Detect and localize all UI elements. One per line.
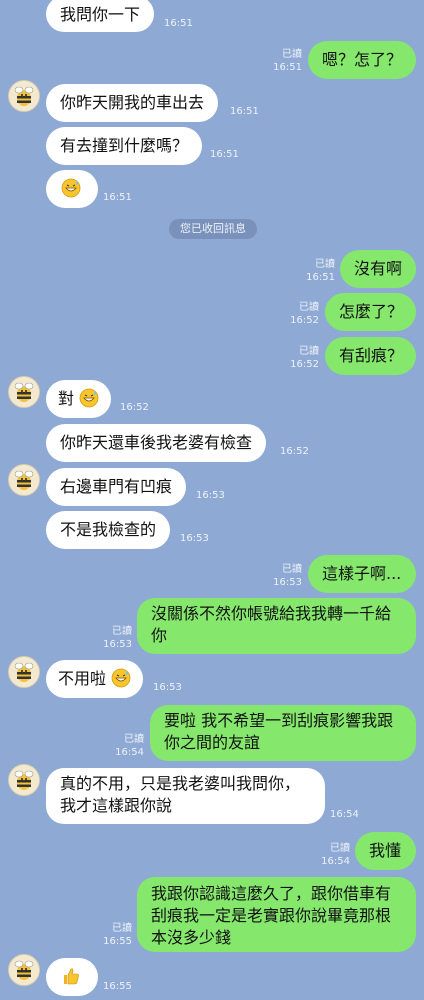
message-text: 右邊車門有凹痕 bbox=[60, 477, 173, 496]
message-text: 要啦 我不希望一到刮痕影響我跟你之間的友誼 bbox=[164, 711, 394, 752]
message-text: 真的不用，只是我老婆叫我問你，我才這樣跟你說 bbox=[60, 774, 301, 815]
grinning-sweat-emoji bbox=[111, 668, 131, 688]
incoming-message[interactable]: 不是我檢查的 bbox=[46, 511, 171, 549]
read-receipt: 已讀 16:55 bbox=[100, 922, 132, 948]
incoming-message[interactable] bbox=[46, 170, 98, 208]
message-time: 16:51 bbox=[306, 272, 335, 283]
message-time: 16:52 bbox=[290, 359, 319, 370]
read-receipt: 已讀 16:52 bbox=[287, 301, 319, 327]
bee-avatar-icon[interactable] bbox=[8, 764, 40, 796]
message-time: 16:53 bbox=[153, 682, 182, 693]
thumbs-up-emoji bbox=[64, 968, 79, 985]
incoming-message[interactable]: 右邊車門有凹痕 bbox=[46, 468, 187, 506]
incoming-message[interactable] bbox=[46, 958, 98, 996]
incoming-message[interactable]: 對 bbox=[46, 380, 112, 418]
message-text: 對 bbox=[58, 389, 75, 408]
read-receipt: 已讀 16:53 bbox=[270, 563, 302, 589]
message-time: 16:53 bbox=[103, 639, 132, 650]
message-time: 16:54 bbox=[330, 809, 359, 820]
message-text: 怎麼了？ bbox=[339, 302, 404, 321]
system-notice: 您已收回訊息 bbox=[169, 219, 257, 239]
read-label: 已讀 bbox=[299, 302, 319, 313]
outgoing-message[interactable]: 沒有啊 bbox=[340, 250, 416, 288]
read-label: 已讀 bbox=[112, 626, 132, 637]
bee-avatar-icon[interactable] bbox=[8, 656, 40, 688]
outgoing-message[interactable]: 我跟你認識這麼久了，跟你借車有刮痕我一定是老實跟你說畢竟那根本沒多少錢 bbox=[137, 877, 416, 952]
message-time: 16:51 bbox=[164, 18, 193, 29]
read-label: 已讀 bbox=[299, 346, 319, 357]
message-time: 16:52 bbox=[290, 315, 319, 326]
read-receipt: 已讀 16:54 bbox=[112, 733, 144, 759]
chat-area[interactable]: 我問你一下 16:51 已讀 16:51 嗯？怎了？ 你昨天開我的車出去 16:… bbox=[0, 0, 424, 1000]
incoming-message[interactable]: 真的不用，只是我老婆叫我問你，我才這樣跟你說 bbox=[46, 768, 325, 824]
message-time: 16:51 bbox=[210, 149, 239, 160]
read-receipt: 已讀 16:54 bbox=[318, 842, 350, 868]
message-time: 16:53 bbox=[196, 490, 225, 501]
message-text: 沒有啊 bbox=[354, 259, 403, 278]
read-label: 已讀 bbox=[124, 734, 144, 745]
message-time: 16:54 bbox=[321, 856, 350, 867]
message-text: 有去撞到什麼嗎？ bbox=[60, 136, 189, 155]
message-text: 不用啦 bbox=[58, 669, 107, 688]
outgoing-message[interactable]: 嗯？怎了？ bbox=[308, 41, 416, 79]
message-time: 16:55 bbox=[103, 936, 132, 947]
grinning-sweat-emoji bbox=[61, 178, 81, 198]
outgoing-message[interactable]: 要啦 我不希望一到刮痕影響我跟你之間的友誼 bbox=[150, 705, 416, 761]
read-label: 已讀 bbox=[330, 843, 350, 854]
message-time: 16:53 bbox=[180, 533, 209, 544]
message-text: 沒關係不然你帳號給我我轉一千給你 bbox=[151, 604, 392, 645]
message-time: 16:51 bbox=[230, 106, 259, 117]
message-time: 16:53 bbox=[273, 577, 302, 588]
read-label: 已讀 bbox=[315, 259, 335, 270]
message-text: 我問你一下 bbox=[60, 5, 141, 24]
incoming-message[interactable]: 你昨天還車後我老婆有檢查 bbox=[46, 424, 267, 462]
message-time: 16:51 bbox=[103, 192, 132, 203]
outgoing-message[interactable]: 怎麼了？ bbox=[325, 293, 416, 331]
bee-avatar-icon[interactable] bbox=[8, 80, 40, 112]
incoming-message[interactable]: 我問你一下 bbox=[46, 0, 155, 32]
message-text: 我跟你認識這麼久了，跟你借車有刮痕我一定是老實跟你說畢竟那根本沒多少錢 bbox=[151, 884, 392, 947]
message-text: 不是我檢查的 bbox=[60, 520, 157, 539]
read-receipt: 已讀 16:51 bbox=[303, 258, 335, 284]
bee-avatar-icon[interactable] bbox=[8, 954, 40, 986]
message-time: 16:55 bbox=[103, 981, 132, 992]
message-time: 16:52 bbox=[280, 446, 309, 457]
read-label: 已讀 bbox=[282, 49, 302, 60]
outgoing-message[interactable]: 有刮痕？ bbox=[325, 337, 416, 375]
read-receipt: 已讀 16:52 bbox=[287, 345, 319, 371]
read-receipt: 已讀 16:51 bbox=[270, 48, 302, 74]
incoming-message[interactable]: 你昨天開我的車出去 bbox=[46, 84, 219, 122]
message-text: 你昨天還車後我老婆有檢查 bbox=[60, 433, 253, 452]
message-time: 16:51 bbox=[273, 62, 302, 73]
message-time: 16:52 bbox=[120, 402, 149, 413]
outgoing-message[interactable]: 我懂 bbox=[355, 832, 416, 870]
outgoing-message[interactable]: 沒關係不然你帳號給我我轉一千給你 bbox=[137, 598, 416, 654]
read-label: 已讀 bbox=[282, 564, 302, 575]
read-receipt: 已讀 16:53 bbox=[100, 625, 132, 651]
message-time: 16:54 bbox=[115, 747, 144, 758]
incoming-message[interactable]: 有去撞到什麼嗎？ bbox=[46, 127, 203, 165]
bee-avatar-icon[interactable] bbox=[8, 464, 40, 496]
grinning-sweat-emoji bbox=[79, 388, 99, 408]
outgoing-message[interactable]: 這樣子啊... bbox=[308, 555, 416, 593]
message-text: 這樣子啊... bbox=[322, 564, 402, 583]
bee-avatar-icon[interactable] bbox=[8, 376, 40, 408]
message-text: 有刮痕？ bbox=[339, 346, 404, 365]
message-text: 你昨天開我的車出去 bbox=[60, 93, 205, 112]
read-label: 已讀 bbox=[112, 923, 132, 934]
message-text: 嗯？怎了？ bbox=[322, 50, 403, 69]
message-text: 我懂 bbox=[369, 841, 402, 860]
incoming-message[interactable]: 不用啦 bbox=[46, 660, 144, 698]
